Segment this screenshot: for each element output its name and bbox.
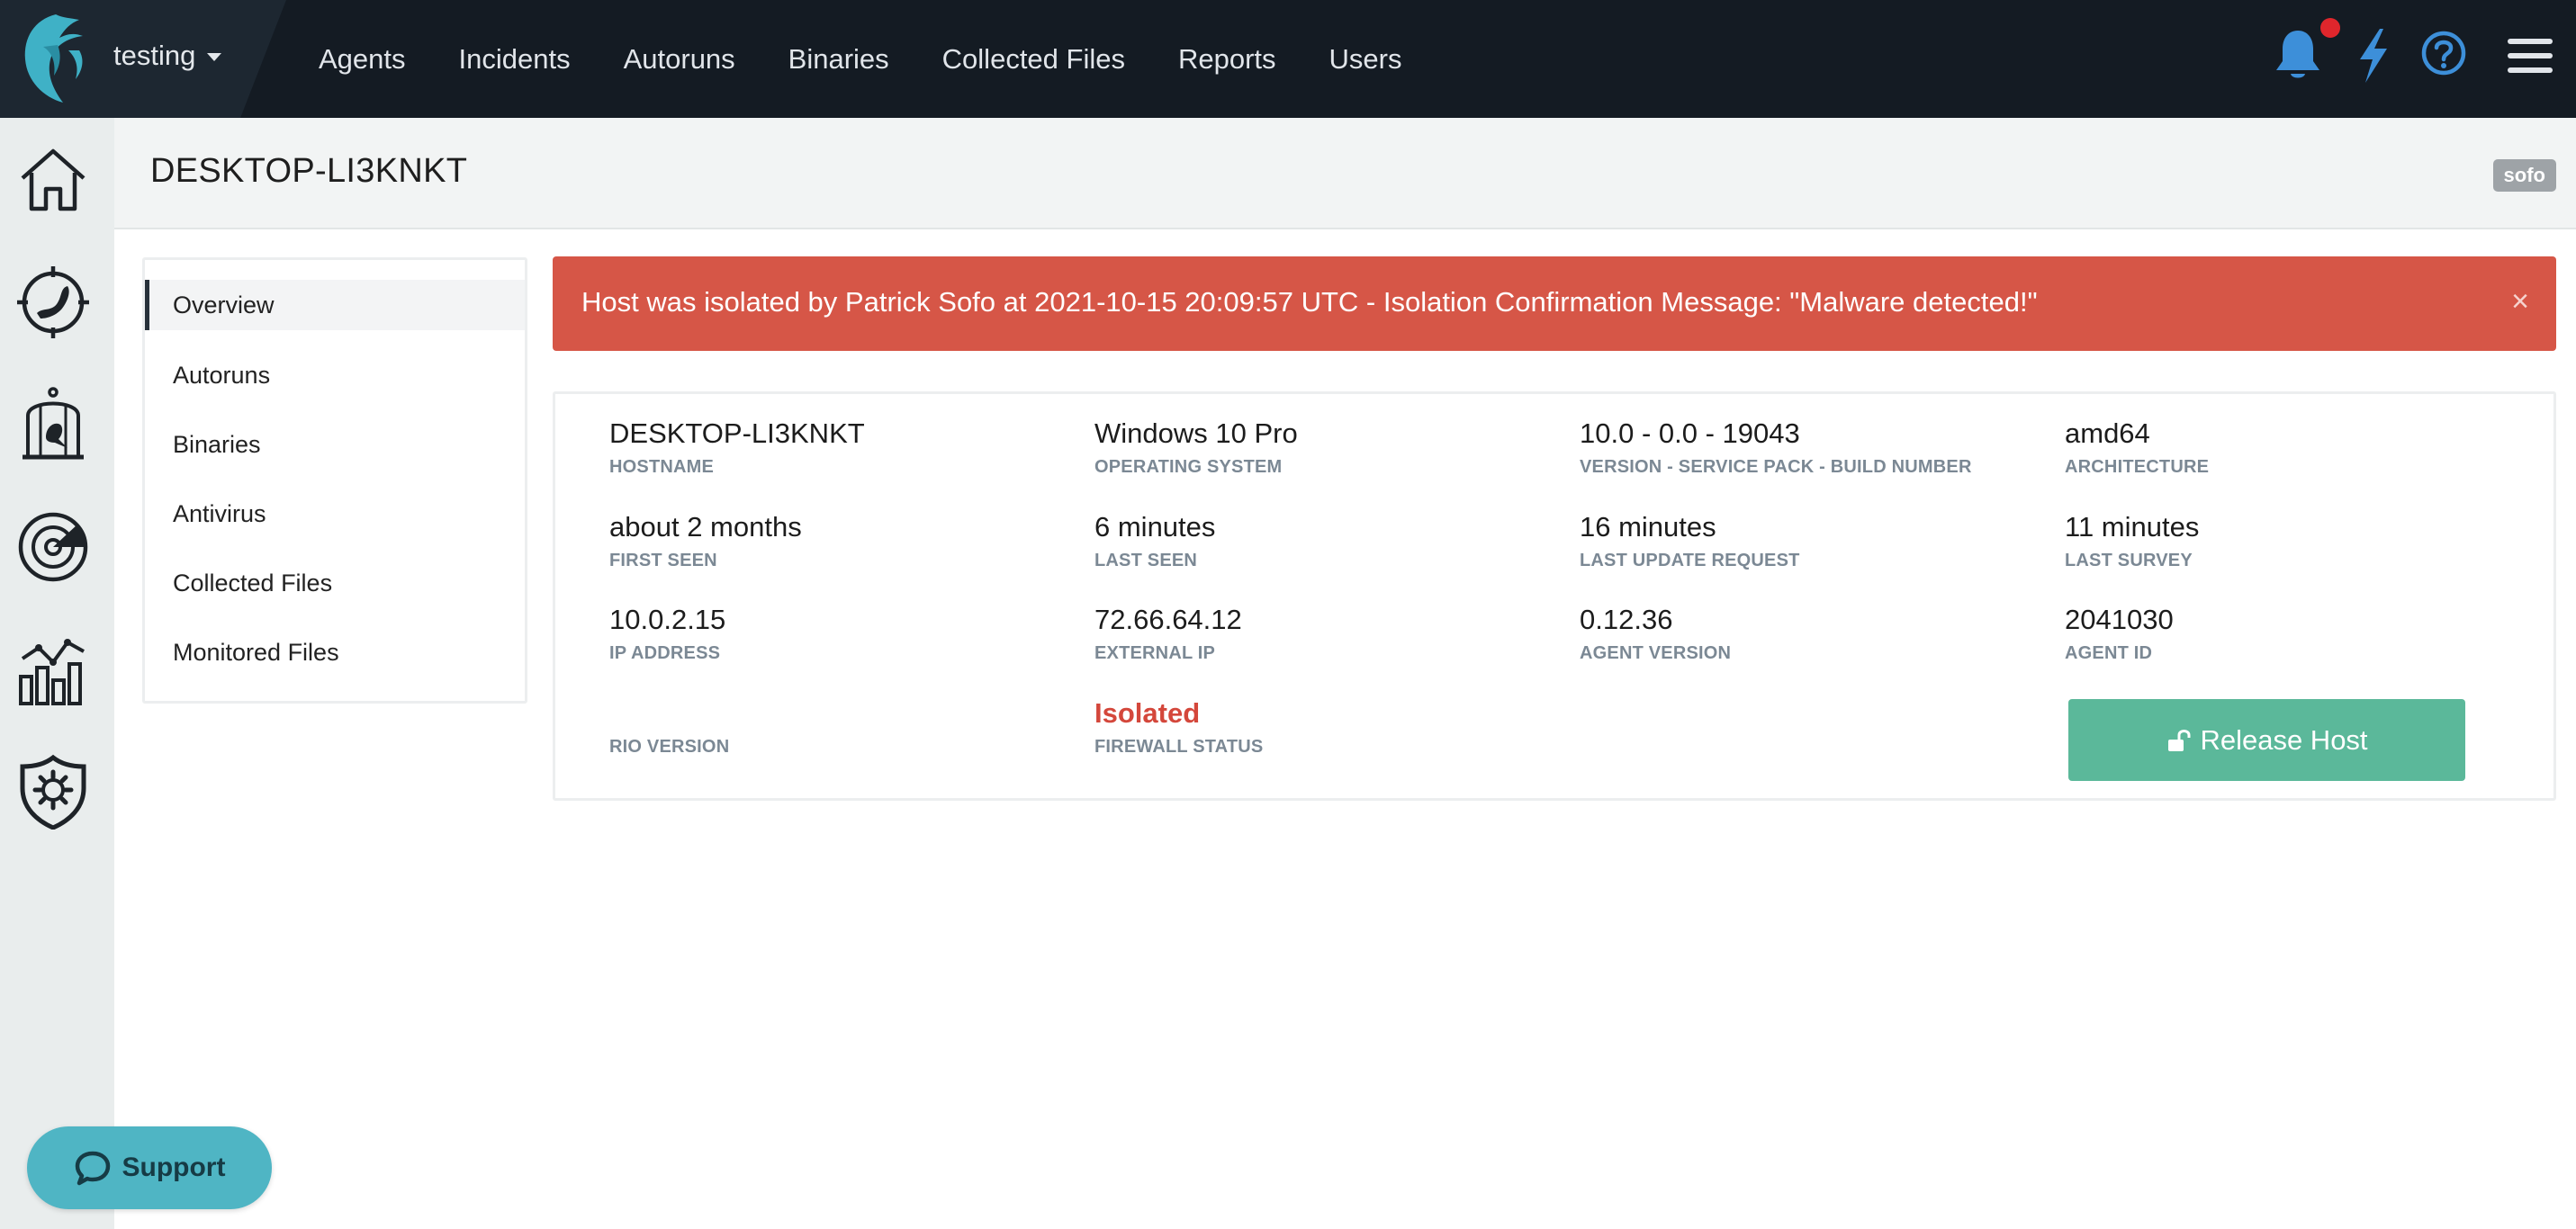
first-seen-label: First Seen	[609, 551, 717, 570]
subnav-collected-files[interactable]: Collected Files	[145, 558, 525, 608]
subnav-binaries[interactable]: Binaries	[145, 419, 525, 470]
version-field: 10.0 - 0.0 - 19043 Version - Service Pac…	[1580, 417, 2048, 478]
top-navbar: testing Agents Incidents Autoruns Binari…	[0, 0, 2576, 118]
rio-version-label: RIO Version	[609, 737, 730, 757]
left-rail	[0, 118, 114, 1229]
hostname-field: DESKTOP-LI3KNKT Hostname	[609, 417, 1077, 478]
tenant-selector[interactable]: testing	[0, 0, 286, 118]
agent-id-value: 2041030	[2065, 604, 2174, 635]
caret-down-icon[interactable]	[207, 53, 221, 61]
menu-icon[interactable]	[2506, 27, 2554, 85]
close-icon[interactable]: ×	[2511, 286, 2529, 317]
shield-gear-icon[interactable]	[15, 754, 91, 830]
analytics-icon[interactable]	[15, 632, 91, 707]
rio-version-value	[609, 697, 1077, 730]
architecture-label: Architecture	[2065, 457, 2210, 477]
last-update-value: 16 minutes	[1580, 511, 1716, 543]
subnav-monitored-files[interactable]: Monitored Files	[145, 627, 525, 677]
page-header: DESKTOP-LI3KNKT sofo	[114, 118, 2576, 229]
nav-incidents[interactable]: Incidents	[459, 43, 571, 76]
agent-version-field: 0.12.36 Agent Version	[1580, 604, 2048, 664]
last-update-label: Last Update Request	[1580, 551, 1800, 570]
help-icon[interactable]	[2420, 27, 2467, 79]
os-value: Windows 10 Pro	[1094, 417, 1298, 449]
main-content: Overview Autoruns Binaries Antivirus Col…	[114, 229, 2576, 1229]
version-value: 10.0 - 0.0 - 19043	[1580, 417, 1800, 449]
agent-version-label: Agent Version	[1580, 643, 1732, 663]
agent-id-field: 2041030 Agent ID	[2065, 604, 2533, 664]
notification-dot	[2320, 18, 2340, 38]
ip-field: 10.0.2.15 IP Address	[609, 604, 1077, 664]
external-ip-value: 72.66.64.12	[1094, 604, 1242, 635]
page-title: DESKTOP-LI3KNKT	[150, 152, 468, 190]
isolation-alert: Host was isolated by Patrick Sofo at 202…	[553, 256, 2556, 351]
agent-id-label: Agent ID	[2065, 643, 2153, 663]
rio-version-field: RIO Version	[609, 697, 1077, 758]
last-update-field: 16 minutes Last Update Request	[1580, 511, 2048, 571]
cage-icon[interactable]	[15, 387, 91, 462]
first-seen-value: about 2 months	[609, 511, 802, 543]
release-host-label: Release Host	[2200, 723, 2368, 756]
os-field: Windows 10 Pro Operating System	[1094, 417, 1563, 478]
version-label: Version - Service Pack - Build Number	[1580, 457, 1972, 477]
user-badge: sofo	[2492, 159, 2556, 192]
nav-collected-files[interactable]: Collected Files	[942, 43, 1125, 76]
os-label: Operating System	[1094, 457, 1283, 477]
nav-agents[interactable]: Agents	[319, 43, 406, 76]
tenant-name[interactable]: testing	[113, 40, 195, 72]
radar-icon[interactable]	[15, 509, 91, 585]
subnav-antivirus[interactable]: Antivirus	[145, 489, 525, 539]
external-ip-label: External IP	[1094, 643, 1216, 663]
nav-users[interactable]: Users	[1329, 43, 1402, 76]
main-nav: Agents Incidents Autoruns Binaries Colle…	[319, 0, 1455, 118]
ip-label: IP Address	[609, 643, 721, 663]
last-seen-field: 6 minutes Last Seen	[1094, 511, 1563, 571]
ip-value: 10.0.2.15	[609, 604, 726, 635]
lightning-icon[interactable]	[2353, 27, 2392, 85]
last-seen-label: Last Seen	[1094, 551, 1198, 570]
firewall-field: Isolated Firewall Status	[1094, 697, 1563, 758]
external-ip-field: 72.66.64.12 External IP	[1094, 604, 1563, 664]
last-survey-label: Last Survey	[2065, 551, 2193, 570]
architecture-field: amd64 Architecture	[2065, 417, 2533, 478]
alert-message: Host was isolated by Patrick Sofo at 202…	[581, 286, 2038, 318]
firewall-status-label: Firewall Status	[1094, 737, 1264, 757]
release-host-button[interactable]: Release Host	[2068, 699, 2465, 781]
support-label: Support	[122, 1153, 226, 1182]
support-button[interactable]: Support	[27, 1126, 272, 1209]
last-seen-value: 6 minutes	[1094, 511, 1216, 543]
unlock-icon	[2168, 729, 2191, 751]
host-info-card: DESKTOP-LI3KNKT Hostname Windows 10 Pro …	[553, 391, 2556, 801]
last-survey-field: 11 minutes Last Survey	[2065, 511, 2533, 571]
host-subnav: Overview Autoruns Binaries Antivirus Col…	[142, 257, 527, 704]
first-seen-field: about 2 months First Seen	[609, 511, 1077, 571]
nav-autoruns[interactable]: Autoruns	[624, 43, 735, 76]
agent-version-value: 0.12.36	[1580, 604, 1673, 635]
bell-icon[interactable]	[2272, 27, 2324, 85]
hostname-label: Hostname	[609, 457, 715, 477]
home-icon[interactable]	[15, 142, 91, 218]
last-survey-value: 11 minutes	[2065, 511, 2200, 543]
threat-hunt-icon[interactable]	[15, 265, 91, 340]
subnav-overview[interactable]: Overview	[145, 280, 525, 330]
hostname-value: DESKTOP-LI3KNKT	[609, 417, 865, 449]
nav-binaries[interactable]: Binaries	[788, 43, 889, 76]
architecture-value: amd64	[2065, 417, 2150, 449]
firewall-status-value: Isolated	[1094, 697, 1201, 729]
subnav-autoruns[interactable]: Autoruns	[145, 350, 525, 400]
nav-reports[interactable]: Reports	[1178, 43, 1276, 76]
chat-icon	[75, 1151, 110, 1186]
logo-icon	[24, 14, 83, 103]
